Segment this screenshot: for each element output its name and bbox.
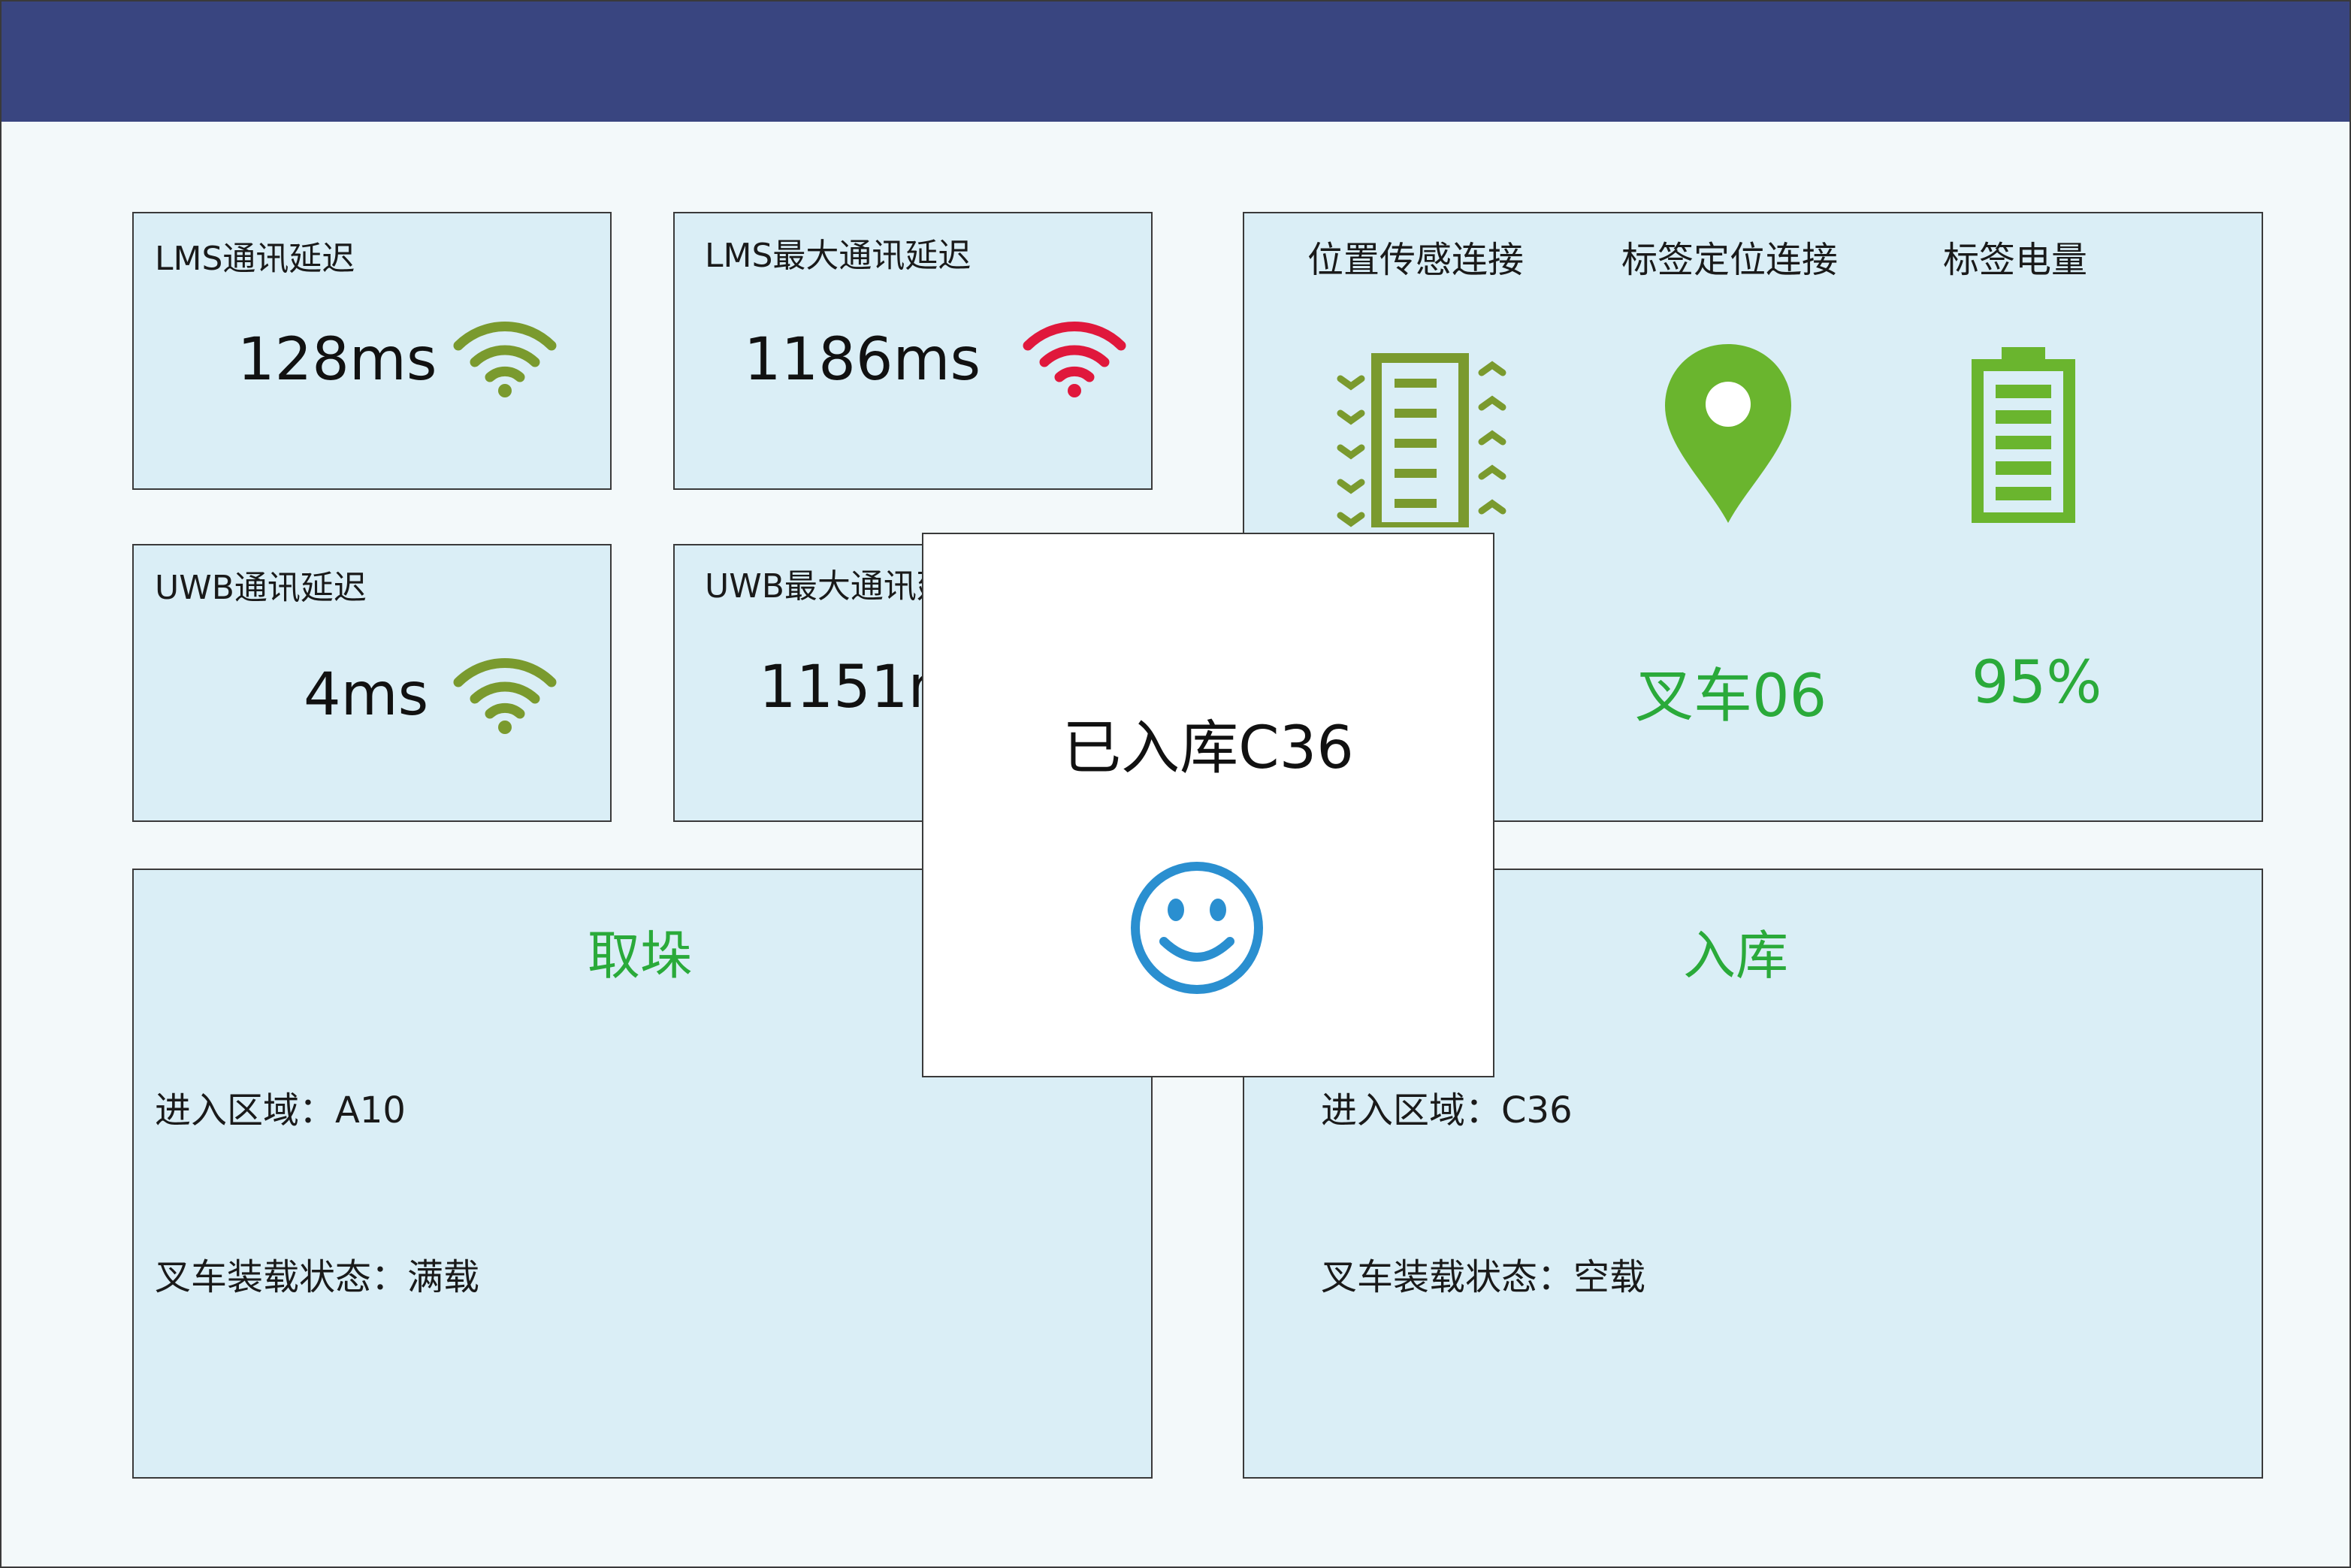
uwb-latency-value: 4ms <box>304 661 429 729</box>
pickup-area-row: 进入区域：A10 <box>155 1080 406 1133</box>
pickup-load-label: 叉车装载状态： <box>155 1256 408 1298</box>
wifi-good-icon <box>453 321 557 397</box>
forklift-id-value: 叉车06 <box>1635 663 1827 730</box>
lms-latency-value: 128ms <box>237 326 437 394</box>
pickup-load-value: 满载 <box>407 1256 480 1298</box>
dialog-message: 已入库C36 <box>1062 715 1354 782</box>
storage-title: 入库 <box>1683 925 1788 986</box>
battery-icon <box>1972 347 2075 523</box>
lms-max-latency-card: LMS最大通讯延迟 1186ms <box>673 212 1153 490</box>
tag-battery-label: 标签电量 <box>1943 239 2088 281</box>
storage-area-label: 进入区域： <box>1321 1089 1502 1131</box>
storage-load-label: 叉车装载状态： <box>1321 1256 1574 1298</box>
uwb-latency-card: UWB通讯延迟 4ms <box>132 544 612 822</box>
lms-latency-card: LMS通讯延迟 128ms <box>132 212 612 490</box>
sensor-building-icon <box>1337 353 1506 527</box>
storage-area-row: 进入区域：C36 <box>1321 1080 1573 1133</box>
wifi-bad-icon <box>1023 321 1126 397</box>
lms-max-latency-label: LMS最大通讯延迟 <box>705 237 972 275</box>
wifi-good-icon <box>453 657 557 734</box>
location-pin-icon <box>1665 344 1791 523</box>
pickup-area-label: 进入区域： <box>155 1089 336 1131</box>
pickup-area-value: A10 <box>335 1089 406 1131</box>
pickup-title: 取垛 <box>588 925 693 986</box>
storage-load-value: 空载 <box>1573 1256 1646 1298</box>
tag-location-label: 标签定位连接 <box>1621 239 1839 281</box>
lms-latency-label: LMS通讯延迟 <box>155 240 355 278</box>
pickup-load-row: 叉车装载状态：满载 <box>155 1247 479 1300</box>
uwb-latency-label: UWB通讯延迟 <box>155 569 367 607</box>
storage-area-value: C36 <box>1501 1089 1573 1131</box>
smiley-face-icon <box>1131 862 1263 994</box>
app-window: LMS通讯延迟 128ms LMS最大通讯延迟 1186ms UWB通讯延迟 4… <box>0 0 2351 1568</box>
lms-max-latency-value: 1186ms <box>744 326 981 394</box>
battery-value: 95% <box>1972 649 2102 717</box>
sensor-connection-label: 位置传感连接 <box>1307 239 1525 281</box>
storage-load-row: 叉车装载状态：空载 <box>1321 1247 1645 1300</box>
storage-confirmation-dialog[interactable]: 已入库C36 <box>922 533 1494 1077</box>
header-bar <box>2 2 2349 122</box>
